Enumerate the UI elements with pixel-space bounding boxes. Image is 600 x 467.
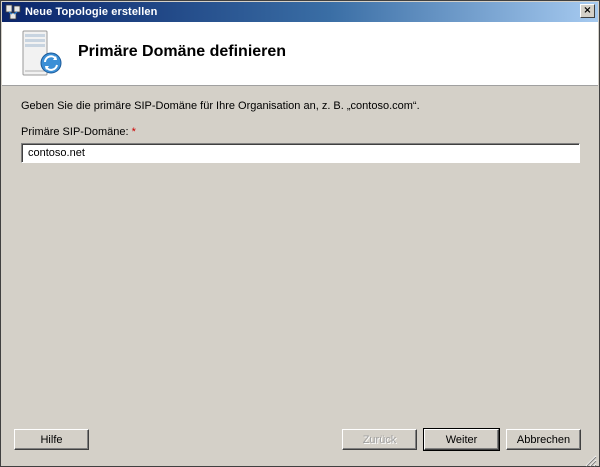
help-button[interactable]: Hilfe <box>14 429 89 450</box>
title-bar[interactable]: Neue Topologie erstellen × <box>2 2 598 22</box>
resize-grip-icon[interactable] <box>585 452 597 467</box>
wizard-header: Primäre Domäne definieren <box>2 22 598 86</box>
close-button[interactable]: × <box>580 4 595 18</box>
server-sync-icon <box>21 29 65 79</box>
cancel-button[interactable]: Abbrechen <box>506 429 581 450</box>
page-title: Primäre Domäne definieren <box>78 43 287 60</box>
next-button[interactable]: Weiter <box>423 428 500 451</box>
required-marker: * <box>131 126 136 138</box>
window-title: Neue Topologie erstellen <box>25 6 158 18</box>
sip-domain-input[interactable] <box>21 143 580 163</box>
sip-domain-label: Primäre SIP-Domäne: * <box>21 126 136 138</box>
sip-domain-label-text: Primäre SIP-Domäne: <box>21 126 129 138</box>
back-button[interactable]: Zurück <box>342 429 417 450</box>
instructions-text: Geben Sie die primäre SIP-Domäne für Ihr… <box>21 100 420 112</box>
app-icon <box>5 4 21 20</box>
dialog-window: Neue Topologie erstellen × Primäre Domän… <box>0 0 600 467</box>
close-icon: × <box>583 5 592 16</box>
